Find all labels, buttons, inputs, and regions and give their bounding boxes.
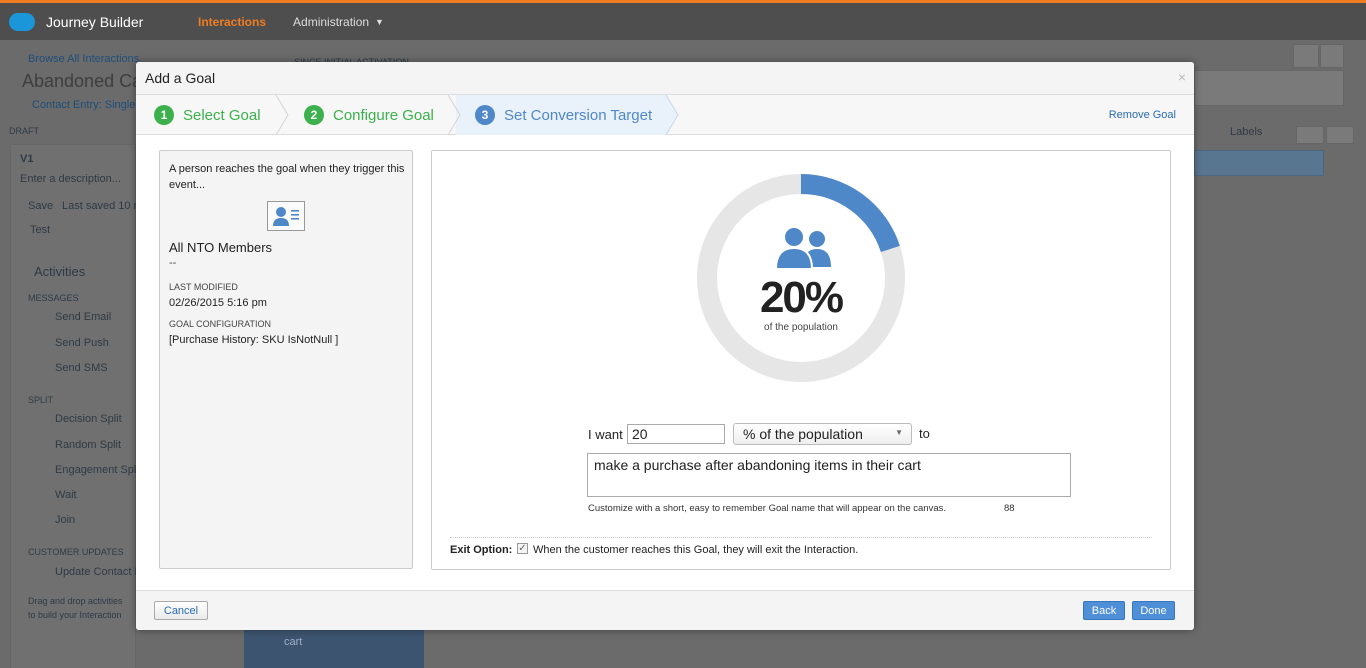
engagement-split-item: Engagement Spl [55,464,137,476]
send-email-item: Send Email [55,311,112,323]
bg-canvas-node: cart [244,626,424,668]
bg-test-button: Test [30,224,51,236]
canvas-text: cart [284,636,303,648]
draft-label: DRAFT [9,126,39,136]
step-select-goal[interactable]: 1 Select Goal [154,95,261,135]
bg-left-panel [10,144,136,668]
step-set-conversion-target[interactable]: 3 Set Conversion Target [475,95,652,135]
target-percent-subtitle: of the population [764,322,838,333]
contact-entry: Contact Entry: Single E [32,99,146,111]
top-bar: Journey Builder Interactions Administrat… [0,0,1366,40]
chevron-down-icon: ▼ [895,428,903,437]
browse-link: Browse All Interactions [28,53,140,65]
version-label: V1 [20,153,34,165]
target-unit-select[interactable]: % of the population ▼ [733,423,912,445]
description-placeholder: Enter a description... [20,173,121,185]
goal-config-value: [Purchase History: SKU IsNotNull ] [169,334,339,346]
nav-interactions[interactable]: Interactions [198,15,266,29]
split-heading: SPLIT [28,395,54,405]
to-label: to [919,426,930,441]
char-count: 88 [1004,503,1015,514]
layout-icon [1296,126,1324,144]
divider [450,537,1152,538]
salesforce-logo-icon [9,12,35,31]
customer-updates-heading: CUSTOMER UPDATES [28,547,124,557]
step-label: Configure Goal [333,106,434,124]
step-separator-icon [664,95,679,135]
drag-hint-1: Drag and drop activities [28,596,123,606]
step-configure-goal[interactable]: 2 Configure Goal [304,95,434,135]
wizard-steps: 1 Select Goal 2 Configure Goal 3 Set Con… [136,95,1194,135]
labels-toggle: Labels [1230,126,1263,138]
step-label: Set Conversion Target [504,106,653,124]
modal-footer: Cancel Back Done [136,590,1194,630]
last-saved: Last saved 10 m [62,200,143,212]
step-number: 3 [475,105,495,125]
join-item: Join [55,514,76,526]
remove-goal-link[interactable]: Remove Goal [1109,109,1176,121]
step-separator-icon [275,95,289,135]
update-contact-item: Update Contact D [55,566,143,578]
tree-icon [1326,126,1354,144]
app-title: Journey Builder [46,13,144,30]
people-icon [774,226,831,270]
bg-save-button: Save [28,200,54,212]
exit-option-label: Exit Option: [450,544,513,556]
exit-option-checkbox[interactable]: ✓ [517,543,528,554]
bg-stats-box [1194,70,1344,106]
send-push-item: Send Push [55,337,109,349]
close-icon[interactable]: × [1178,69,1186,85]
target-value-input[interactable] [627,424,725,444]
contact-card-icon [267,201,305,231]
step-number: 1 [154,105,174,125]
trash-icon [1320,44,1344,68]
done-button[interactable]: Done [1132,601,1175,620]
add-goal-modal: Add a Goal × 1 Select Goal 2 Configure G… [136,62,1194,630]
send-sms-item: Send SMS [55,362,108,374]
bg-interaction-title: Abandoned Ca [22,71,143,91]
last-modified-value: 02/26/2015 5:16 pm [169,297,267,309]
activities-heading: Activities [34,264,86,279]
messages-heading: MESSAGES [28,293,79,303]
goal-subtext: -- [169,257,177,269]
goal-config-label: GOAL CONFIGURATION [169,319,272,329]
target-percent: 20% [759,273,844,322]
step-number: 2 [304,105,324,125]
step-separator-icon [447,95,461,135]
random-split-item: Random Split [55,439,122,451]
chevron-down-icon[interactable]: ▼ [375,17,384,27]
last-modified-label: LAST MODIFIED [169,282,238,292]
drag-hint-2: to build your Interaction [28,610,122,620]
target-unit-value: % of the population [743,426,863,442]
nav-administration[interactable]: Administration [293,15,369,29]
goal-name-textarea[interactable]: make a purchase after abandoning items i… [587,453,1071,497]
i-want-label: I want [588,427,623,442]
goal-name: All NTO Members [169,240,273,255]
decision-split-item: Decision Split [55,413,122,425]
goal-summary-card: A person reaches the goal when they trig… [159,150,413,569]
cancel-button[interactable]: Cancel [154,601,208,620]
step-label: Select Goal [183,106,261,124]
back-button[interactable]: Back [1083,601,1125,620]
modal-header: Add a Goal × [136,62,1194,95]
modal-title: Add a Goal [145,70,216,86]
bg-path-bar [1194,150,1324,176]
copy-icon [1293,44,1319,68]
goal-description: A person reaches the goal when they trig… [169,163,405,191]
exit-option-text: When the customer reaches this Goal, the… [533,544,859,556]
goal-name-hint: Customize with a short, easy to remember… [588,503,947,514]
conversion-target-panel: 20% of the population I want % of the po… [431,150,1171,570]
wait-item: Wait [55,489,77,501]
